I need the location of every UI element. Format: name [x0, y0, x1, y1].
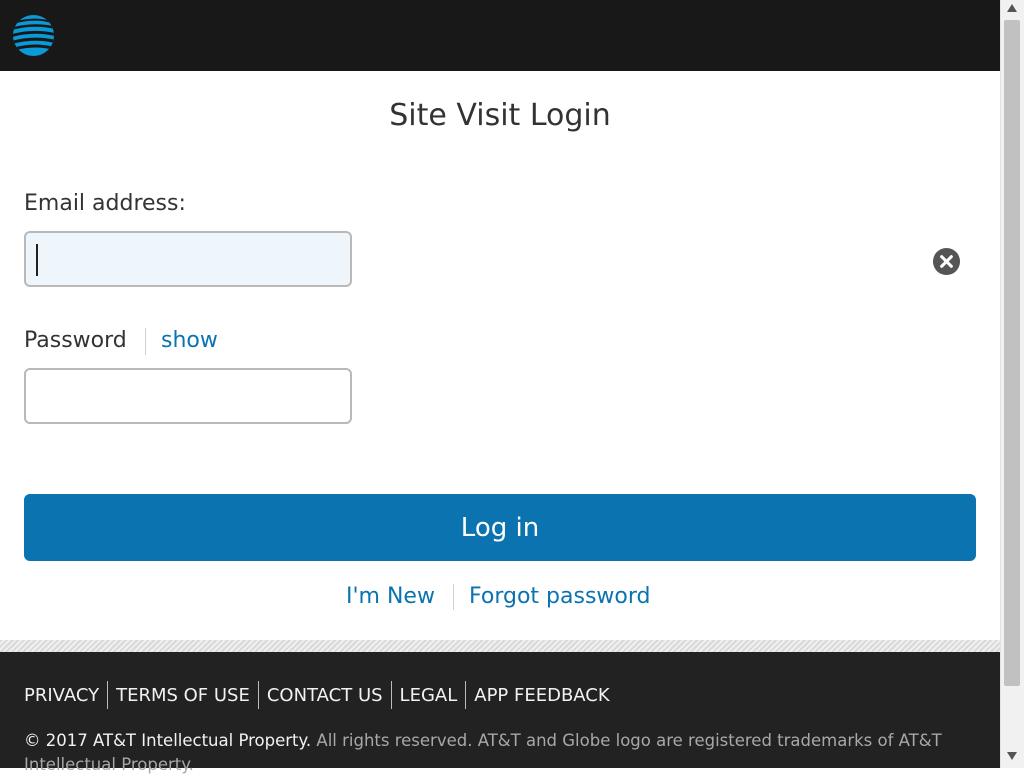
footer-nav: PRIVACY TERMS OF USE CONTACT US LEGAL AP… [24, 681, 610, 709]
login-button[interactable]: Log in [24, 494, 976, 561]
password-field[interactable] [24, 368, 352, 424]
vertical-scrollbar[interactable] [1000, 0, 1024, 768]
im-new-link[interactable]: I'm New [346, 584, 435, 609]
footer-link-app-feedback[interactable]: APP FEEDBACK [474, 685, 609, 706]
top-header-bar [0, 0, 1000, 71]
forgot-password-link[interactable]: Forgot password [469, 584, 650, 609]
links-divider [453, 584, 454, 610]
footer-link-legal[interactable]: LEGAL [400, 685, 458, 706]
footer: PRIVACY TERMS OF USE CONTACT US LEGAL AP… [0, 652, 1000, 774]
page: Site Visit Login Email address: Password… [0, 0, 1000, 774]
footer-link-divider [257, 681, 259, 709]
show-password-link[interactable]: show [161, 328, 218, 353]
scroll-down-arrow-icon[interactable] [1007, 752, 1017, 760]
email-field[interactable] [24, 231, 352, 287]
email-label: Email address: [24, 191, 186, 216]
footer-link-terms-of-use[interactable]: TERMS OF USE [116, 685, 250, 706]
footer-link-divider [107, 681, 109, 709]
scrollbar-thumb[interactable] [1004, 20, 1020, 686]
clear-icon[interactable] [932, 247, 961, 276]
footer-link-divider [465, 681, 467, 709]
scroll-up-arrow-icon[interactable] [1007, 4, 1017, 12]
att-globe-icon[interactable] [12, 14, 55, 57]
footer-link-contact-us[interactable]: CONTACT US [267, 685, 383, 706]
footer-link-privacy[interactable]: PRIVACY [24, 685, 99, 706]
copyright-text: © 2017 AT&T Intellectual Property. All r… [24, 729, 944, 777]
password-label: Password [24, 328, 127, 353]
footer-divider-pattern [0, 640, 1000, 652]
text-cursor [36, 244, 38, 276]
copyright-owner: © 2017 AT&T Intellectual Property. [24, 731, 312, 750]
footer-link-divider [390, 681, 392, 709]
password-show-divider [145, 328, 146, 355]
page-title: Site Visit Login [389, 98, 611, 133]
